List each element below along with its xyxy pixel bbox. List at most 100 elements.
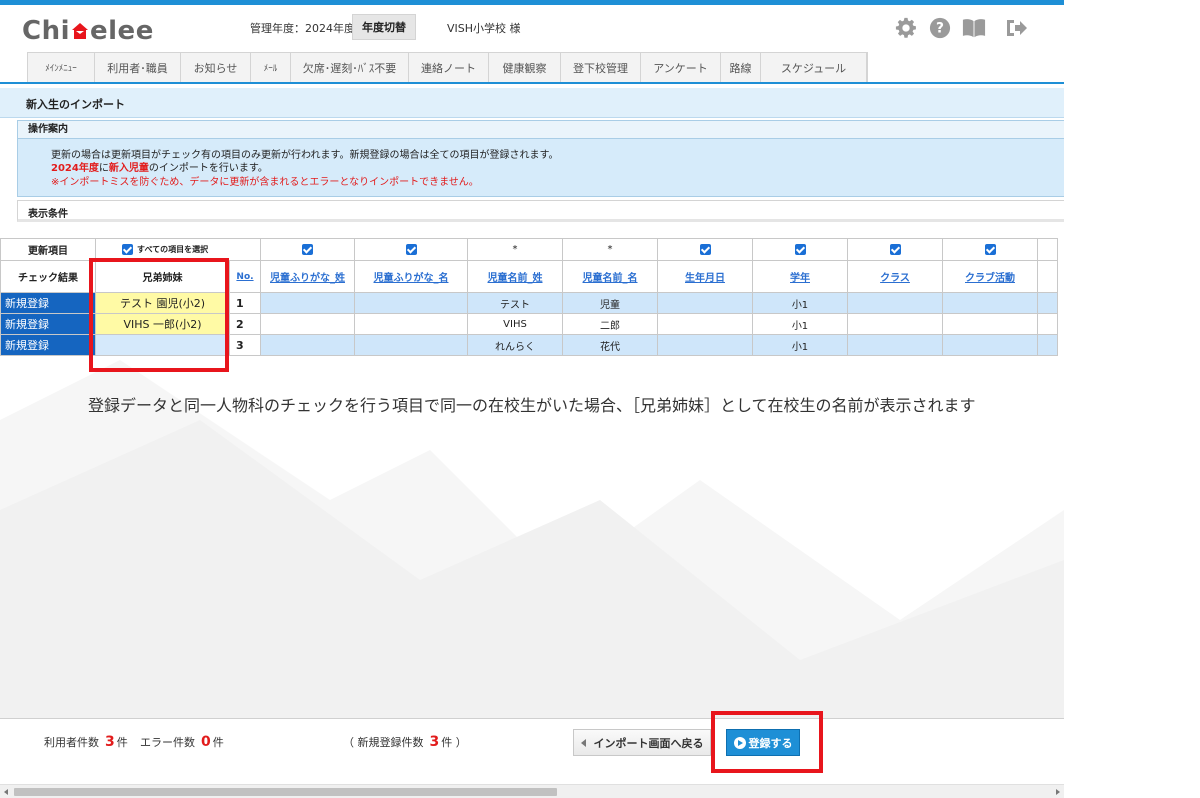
display-conditions-panel[interactable]: 表示条件: [17, 200, 1064, 222]
nav-item-absence[interactable]: 欠席･遅刻･ﾊﾞｽ不要: [291, 53, 409, 82]
logo-text-right: elee: [90, 16, 154, 46]
col-check-overflow: [1037, 238, 1058, 261]
kana-last-cell: [260, 334, 355, 356]
main-nav: ﾒｲﾝﾒﾆｭｰ 利用者･職員 お知らせ ﾒｰﾙ 欠席･遅刻･ﾊﾞｽ不要 連絡ノー…: [27, 52, 868, 82]
column-checkbox[interactable]: [302, 243, 313, 255]
grade-cell: 小1: [752, 292, 848, 314]
header-club[interactable]: クラブ活動: [942, 260, 1038, 293]
name-first-cell: 二郎: [562, 313, 658, 335]
manual-book-icon[interactable]: [962, 16, 986, 40]
overflow-cell: [1037, 334, 1058, 356]
kana-first-cell: [354, 334, 468, 356]
row-no-cell: 1: [229, 292, 261, 314]
logout-icon[interactable]: [1004, 16, 1028, 40]
column-checkbox[interactable]: [699, 243, 711, 255]
column-checkbox[interactable]: [984, 243, 996, 255]
nav-item-contact-notebook[interactable]: 連絡ノート: [409, 53, 489, 82]
col-required-4: *: [562, 238, 658, 261]
footer-bar: [0, 719, 1064, 783]
users-count-summary: 利用者件数 3 件: [44, 734, 128, 750]
scrollbar-thumb[interactable]: [14, 788, 557, 796]
nav-item-survey[interactable]: アンケート: [641, 53, 721, 82]
birthdate-cell: [657, 313, 753, 335]
name-first-cell: 花代: [562, 334, 658, 356]
errors-count-label: エラー件数: [140, 736, 195, 749]
col-check-8[interactable]: [942, 238, 1038, 261]
overflow-cell: [1037, 292, 1058, 314]
nav-item-mail[interactable]: ﾒｰﾙ: [251, 53, 291, 82]
nav-item-health-check[interactable]: 健康観察: [489, 53, 561, 82]
grade-cell: 小1: [752, 313, 848, 335]
school-name: VISH小学校 様: [447, 22, 521, 35]
header-kana-first[interactable]: 児童ふりがな_名: [354, 260, 468, 293]
column-checkbox[interactable]: [889, 243, 901, 255]
users-count-label: 利用者件数: [44, 736, 99, 749]
back-to-import-button[interactable]: インポート画面へ戻る: [573, 729, 711, 756]
fiscal-year-label: 管理年度：2024年度: [250, 22, 355, 35]
nav-item-main-menu[interactable]: ﾒｲﾝﾒﾆｭｰ: [28, 53, 95, 82]
name-first-cell: 児童: [562, 292, 658, 314]
column-checkbox[interactable]: [794, 243, 806, 255]
page-title-bar: 新入生のインポート: [0, 88, 1064, 118]
siblings-annotation-frame: [89, 258, 229, 372]
name-last-cell: れんらく: [467, 334, 563, 356]
club-cell: [942, 292, 1038, 314]
header-name-first[interactable]: 児童名前_名: [562, 260, 658, 293]
header-overflow: [1037, 260, 1058, 293]
fiscal-year-switch-button[interactable]: 年度切替: [352, 14, 416, 40]
header-kana-last[interactable]: 児童ふりがな_姓: [260, 260, 355, 293]
header-birthdate[interactable]: 生年月日: [657, 260, 753, 293]
scroll-right-arrow-icon[interactable]: [1056, 789, 1060, 795]
club-cell: [942, 334, 1038, 356]
col-required-3: *: [467, 238, 563, 261]
guide-line-warning: ※インポートミスを防ぐため、データに更新が含まれるとエラーとなりインポートできま…: [51, 177, 479, 188]
nav-item-schedule[interactable]: スケジュール: [761, 53, 867, 82]
svg-text:?: ?: [936, 21, 944, 37]
header-no[interactable]: No.: [229, 260, 261, 293]
header-class[interactable]: クラス: [847, 260, 943, 293]
register-annotation-frame: [711, 711, 823, 773]
help-question-icon[interactable]: ?: [928, 16, 952, 40]
horizontal-scrollbar[interactable]: [0, 784, 1064, 798]
top-accent-bar: [0, 0, 1064, 5]
overflow-cell: [1037, 313, 1058, 335]
col-check-7[interactable]: [847, 238, 943, 261]
class-cell: [847, 334, 943, 356]
header-icon-group: ?: [894, 16, 1028, 40]
select-all-checkbox[interactable]: [122, 243, 133, 255]
users-count-unit: 件: [116, 736, 128, 749]
guide-line-target: 2024年度に新入児童のインポートを行います。: [51, 159, 268, 174]
nav-item-users-staff[interactable]: 利用者･職員: [95, 53, 181, 82]
header-check-result: チェック結果: [0, 260, 96, 293]
col-check-5[interactable]: [657, 238, 753, 261]
kana-last-cell: [260, 292, 355, 314]
row-no-cell: 3: [229, 334, 261, 356]
header-grade[interactable]: 学年: [752, 260, 848, 293]
nav-underline: [0, 82, 1064, 84]
kana-first-cell: [354, 313, 468, 335]
nav-item-routes[interactable]: 路線: [721, 53, 761, 82]
name-last-cell: テスト: [467, 292, 563, 314]
check-result-cell: 新規登録: [0, 313, 96, 335]
settings-gear-icon[interactable]: [894, 16, 918, 40]
errors-count-summary: エラー件数 0 件: [140, 734, 224, 750]
guide-title: 操作案内: [18, 121, 1064, 139]
col-check-1[interactable]: [260, 238, 355, 261]
header-name-last[interactable]: 児童名前_姓: [467, 260, 563, 293]
col-check-2[interactable]: [354, 238, 468, 261]
name-last-cell: VIHS: [467, 313, 563, 335]
nav-item-commute-management[interactable]: 登下校管理: [561, 53, 641, 82]
column-checkbox[interactable]: [405, 243, 417, 255]
check-result-cell: 新規登録: [0, 334, 96, 356]
row-no-cell: 2: [229, 313, 261, 335]
select-all-label: すべての項目を選択: [137, 244, 209, 254]
col-check-6[interactable]: [752, 238, 848, 261]
nav-item-notices[interactable]: お知らせ: [181, 53, 251, 82]
new-count-summary: （ 新規登録件数 3 件 ）: [343, 734, 467, 750]
app-logo[interactable]: Chi elee: [22, 16, 154, 46]
siblings-explanation-note: 登録データと同一人物科のチェックを行う項目で同一の在校生がいた場合、［兄弟姉妹］…: [88, 396, 976, 415]
birthdate-cell: [657, 334, 753, 356]
new-count-value: 3: [429, 734, 440, 750]
new-count-label: （ 新規登録件数: [343, 736, 424, 749]
scroll-left-arrow-icon[interactable]: [4, 789, 8, 795]
